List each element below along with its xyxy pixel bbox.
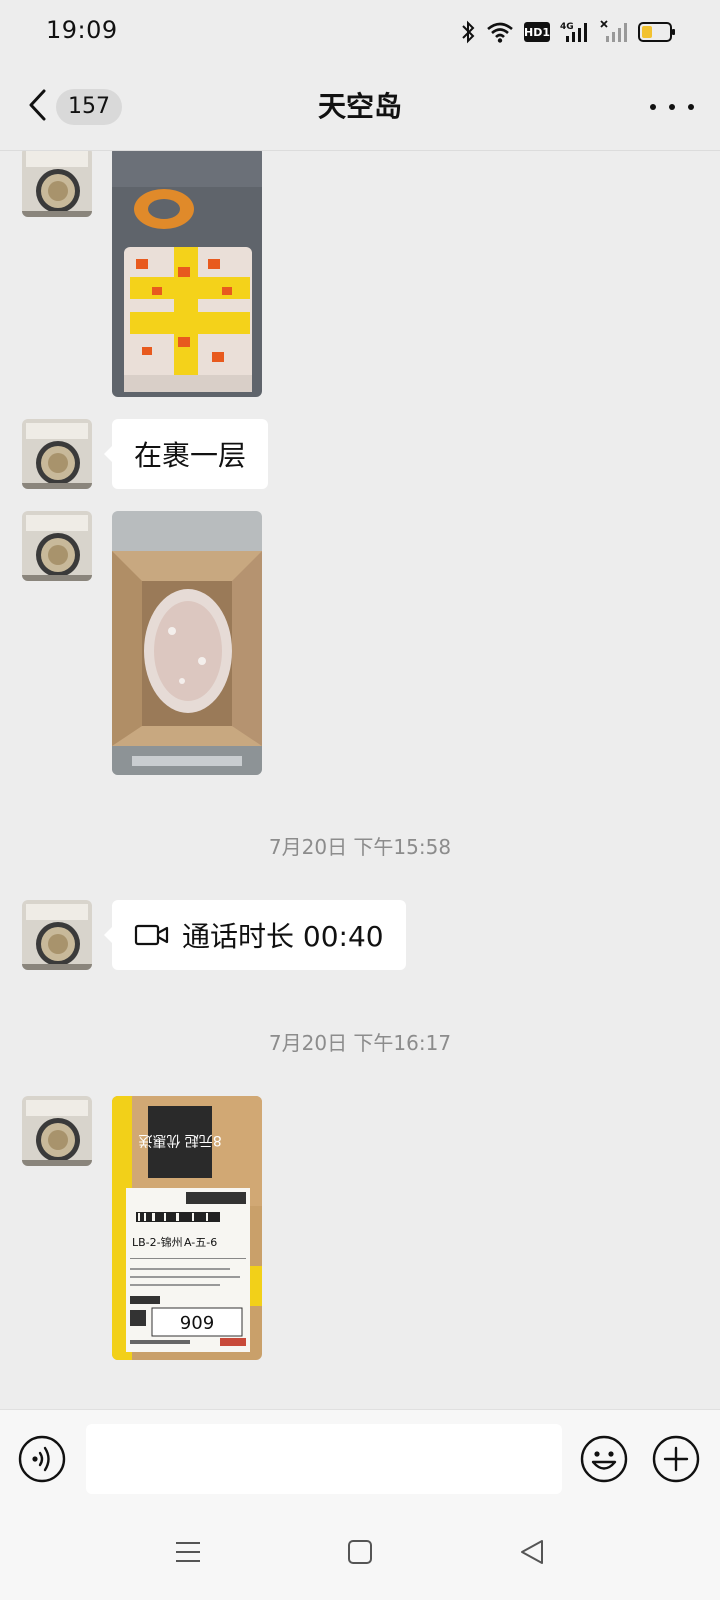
dot	[669, 104, 675, 110]
emoji-button[interactable]	[580, 1435, 628, 1483]
image-message-taped-package[interactable]	[112, 151, 262, 397]
status-bar: 19:09 HD1 4G	[0, 0, 720, 64]
label-route-text: LB-2-锦州	[132, 1235, 183, 1249]
image-message-open-box[interactable]	[112, 511, 262, 775]
status-icons: HD1 4G	[460, 18, 676, 46]
message-input[interactable]	[86, 1424, 562, 1494]
chat-title: 天空岛	[317, 90, 402, 123]
label-code-text: A-五-6	[184, 1236, 217, 1249]
voice-icon	[18, 1435, 66, 1487]
home-icon[interactable]	[340, 1532, 380, 1572]
text-message-bubble[interactable]: 在裹一层	[103, 419, 269, 489]
signal-nosim-icon	[600, 20, 628, 44]
more-dots-icon[interactable]	[650, 94, 694, 120]
avatar[interactable]	[22, 900, 92, 970]
video-call-icon	[134, 923, 170, 947]
wifi-icon	[486, 21, 514, 43]
dot	[688, 104, 694, 110]
chat-header: 157 天空岛	[0, 64, 720, 151]
avatar[interactable]	[22, 1096, 92, 1166]
label-banner-text: 8元起 优惠送	[138, 1132, 221, 1148]
avatar[interactable]	[22, 151, 92, 217]
call-duration-text: 通话时长 00:40	[182, 920, 384, 953]
timestamp: 7月20日 下午16:17	[268, 1031, 452, 1055]
signal-4g-icon: 4G	[560, 20, 590, 44]
status-time: 19:09	[46, 16, 118, 44]
label-number-text: 606	[180, 1311, 214, 1332]
svg-text:4G: 4G	[560, 22, 574, 32]
plus-icon	[652, 1435, 700, 1487]
image-message-shipping-label[interactable]: 8元起 优惠送 LB-2-锦州 A-五-6 606	[112, 1096, 262, 1360]
timestamp: 7月20日 下午15:58	[268, 835, 452, 859]
chat-message-list[interactable]: 在裹一层 7月20日 下午15:58 通话时长 00:40 7月20日 下午16…	[0, 151, 720, 1409]
message-input-bar	[0, 1409, 720, 1505]
dot	[650, 104, 656, 110]
avatar[interactable]	[22, 511, 92, 581]
hd-icon: HD1	[524, 22, 550, 42]
bluetooth-icon	[460, 20, 476, 44]
more-functions-button[interactable]	[652, 1435, 700, 1483]
call-record-bubble[interactable]: 通话时长 00:40	[104, 900, 406, 970]
emoji-icon	[580, 1435, 628, 1487]
back-triangle-icon[interactable]	[512, 1532, 552, 1572]
message-text: 在裹一层	[134, 439, 247, 472]
battery-icon	[638, 21, 676, 43]
voice-input-button[interactable]	[18, 1435, 66, 1483]
menu-icon[interactable]	[168, 1532, 208, 1572]
avatar[interactable]	[22, 419, 92, 489]
system-navigation-bar	[0, 1504, 720, 1600]
